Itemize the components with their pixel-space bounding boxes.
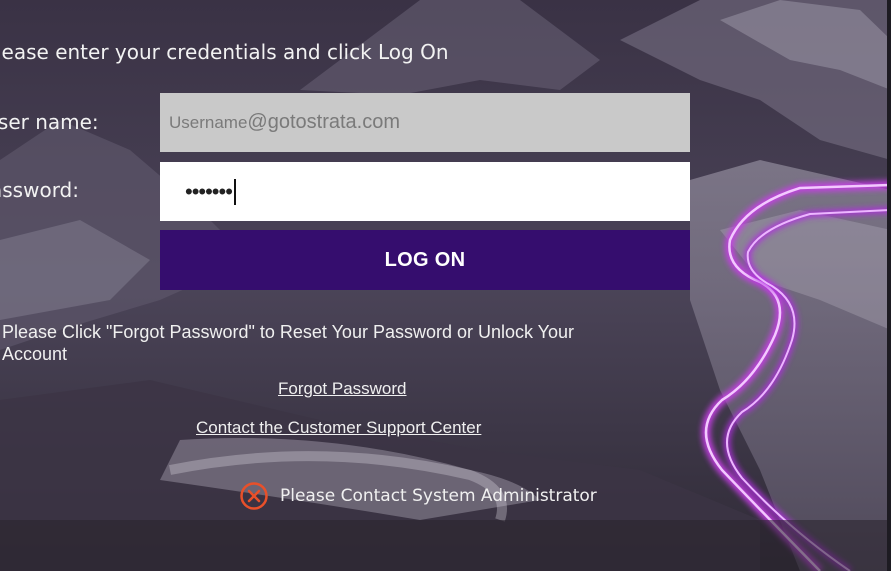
log-on-button[interactable]: LOG ON (160, 230, 690, 290)
username-field[interactable]: Username @gotostrata.com (160, 93, 690, 152)
customer-support-link[interactable]: Contact the Customer Support Center (196, 418, 481, 438)
password-label: assword: (0, 178, 79, 202)
forgot-password-note: Please Click "Forgot Password" to Reset … (2, 322, 575, 364)
login-screen: lease enter your credentials and click L… (0, 0, 891, 571)
error-message: Please Contact System Administrator (280, 486, 597, 506)
username-value-domain: @gotostrata.com (247, 111, 401, 133)
password-field[interactable]: ••••••• (160, 162, 690, 221)
error-message-row: Please Contact System Administrator (239, 481, 597, 511)
username-value-local: Username (169, 112, 248, 132)
text-caret (233, 178, 236, 205)
password-mask: ••••••• (185, 178, 233, 204)
login-instruction: lease enter your credentials and click L… (0, 40, 449, 64)
window-edge (887, 0, 891, 571)
close-circle-icon (239, 481, 269, 511)
forgot-password-link[interactable]: Forgot Password (278, 379, 407, 399)
username-label: Jser name: (0, 110, 99, 134)
footer-bar (0, 520, 891, 571)
